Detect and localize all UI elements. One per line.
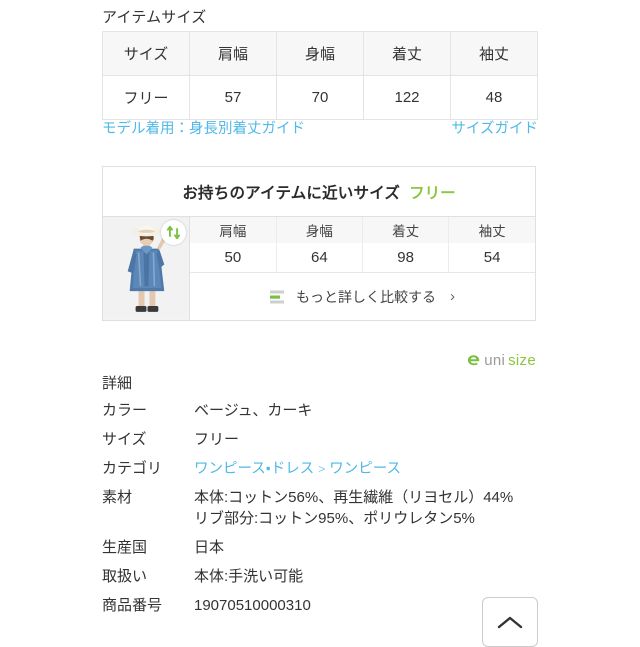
chevron-up-icon <box>497 616 523 628</box>
detail-label-size: サイズ <box>102 430 147 448</box>
swap-arrows-glyph <box>166 225 181 240</box>
unisize-widget-body: 肩幅 身幅 着丈 袖丈 50 64 98 54 もっと詳しく比較する › <box>103 217 535 320</box>
detail-label-color: カラー <box>102 402 148 419</box>
cmp-header-bust: 身幅 <box>276 217 364 243</box>
unisize-e-icon <box>468 355 480 366</box>
size-header-sleeve: 袖丈 <box>450 31 538 76</box>
table-header-row: 肩幅 身幅 着丈 袖丈 <box>190 217 535 243</box>
detail-label-category: カテゴリ <box>102 459 163 477</box>
detail-row-care: 取扱い 本体:手洗い可能 <box>102 566 552 588</box>
unisize-comparison-widget: お持ちのアイテムに近いサイズ フリー 肩幅 身幅 着丈 袖丈 50 64 98 … <box>102 166 536 321</box>
chevron-right-icon: › <box>450 288 455 305</box>
size-cell-length: 122 <box>363 75 451 120</box>
size-cell-sleeve: 48 <box>450 75 538 120</box>
size-links-row: モデル着用：身長別着丈ガイド サイズガイド <box>102 117 538 138</box>
unisize-size-value: フリー <box>409 184 456 202</box>
details-heading: 詳細 <box>102 375 133 392</box>
detail-value-category: ワンピース・ドレス > ワンピース <box>194 458 401 480</box>
detail-label-care: 取扱い <box>102 567 148 585</box>
page-title: アイテムサイズ <box>102 9 207 26</box>
product-details-section: 詳細 カラー ベージュ、カーキ サイズ フリー カテゴリ ワンピース・ドレス > ワ… <box>102 372 552 623</box>
detail-value-origin: 日本 <box>194 539 225 557</box>
size-header-bust: 身幅 <box>276 31 364 76</box>
category-child-link[interactable]: ワンピース <box>329 461 401 477</box>
size-cell-shoulder: 57 <box>189 75 277 120</box>
detail-label-material: 素材 <box>102 488 133 506</box>
detail-value-care: 本体:手洗い可能 <box>194 567 304 585</box>
cmp-cell-length: 98 <box>362 243 450 273</box>
compare-details-button[interactable]: もっと詳しく比較する › <box>190 273 535 320</box>
item-size-table: サイズ 肩幅 身幅 着丈 袖丈 フリー 57 70 122 48 <box>102 31 538 120</box>
unisize-widget-header: お持ちのアイテムに近いサイズ フリー <box>103 167 535 217</box>
model-height-guide-link[interactable]: モデル着用：身長別着丈ガイド <box>102 117 305 138</box>
detail-label-origin: 生産国 <box>102 539 148 557</box>
detail-value-size: フリー <box>194 430 240 448</box>
registered-item-thumbnail[interactable] <box>103 217 190 320</box>
size-cell-bust: 70 <box>276 75 364 120</box>
table-row: 50 64 98 54 <box>190 243 535 273</box>
detail-row-material: 素材 本体:コットン56%、再生繊維（リヨセル）44% リブ部分:コットン95%… <box>102 487 552 531</box>
detail-row-origin: 生産国 日本 <box>102 537 552 559</box>
detail-value-product-number: 19070510000310 <box>194 596 311 614</box>
size-cell-size: フリー <box>102 75 190 120</box>
size-header-size: サイズ <box>102 31 190 76</box>
detail-row-size: サイズ フリー <box>102 429 552 451</box>
table-header-row: サイズ 肩幅 身幅 着丈 袖丈 <box>102 31 538 76</box>
size-header-shoulder: 肩幅 <box>189 31 277 76</box>
detail-label-product-number: 商品番号 <box>102 596 163 614</box>
category-parent-link[interactable]: ワンピース・ドレス <box>194 461 314 477</box>
owned-item-size-table: 肩幅 身幅 着丈 袖丈 50 64 98 54 <box>190 217 535 273</box>
detail-row-color: カラー ベージュ、カーキ <box>102 400 552 422</box>
cmp-cell-bust: 64 <box>276 243 364 273</box>
cmp-cell-sleeve: 54 <box>448 243 535 273</box>
detail-value-color: ベージュ、カーキ <box>194 402 313 419</box>
detail-value-material: 本体:コットン56%、再生繊維（リヨセル）44% リブ部分:コットン95%、ポリ… <box>194 488 514 528</box>
unisize-logo-size: size <box>508 352 536 369</box>
detail-row-category: カテゴリ ワンピース・ドレス > ワンピース <box>102 458 552 480</box>
bar-compare-icon <box>270 290 284 303</box>
cmp-header-shoulder: 肩幅 <box>190 217 277 243</box>
cmp-header-length: 着丈 <box>362 217 450 243</box>
compare-details-label: もっと詳しく比較する <box>296 288 436 305</box>
cmp-cell-shoulder: 50 <box>190 243 277 273</box>
size-guide-link[interactable]: サイズガイド <box>451 117 538 138</box>
unisize-title: お持ちのアイテムに近いサイズ <box>182 184 401 202</box>
size-header-length: 着丈 <box>363 31 451 76</box>
comparison-measurements: 肩幅 身幅 着丈 袖丈 50 64 98 54 もっと詳しく比較する › <box>190 217 535 320</box>
unisize-logo: uni size <box>466 352 536 369</box>
cmp-header-sleeve: 袖丈 <box>448 217 535 243</box>
refresh-swap-icon[interactable] <box>161 220 186 245</box>
product-detail-page: アイテムサイズ サイズ 肩幅 身幅 着丈 袖丈 フリー 57 70 122 48… <box>0 0 640 647</box>
unisize-logo-uni: uni <box>484 352 506 369</box>
table-row: フリー 57 70 122 48 <box>102 75 538 120</box>
breadcrumb-separator: > <box>318 461 326 476</box>
